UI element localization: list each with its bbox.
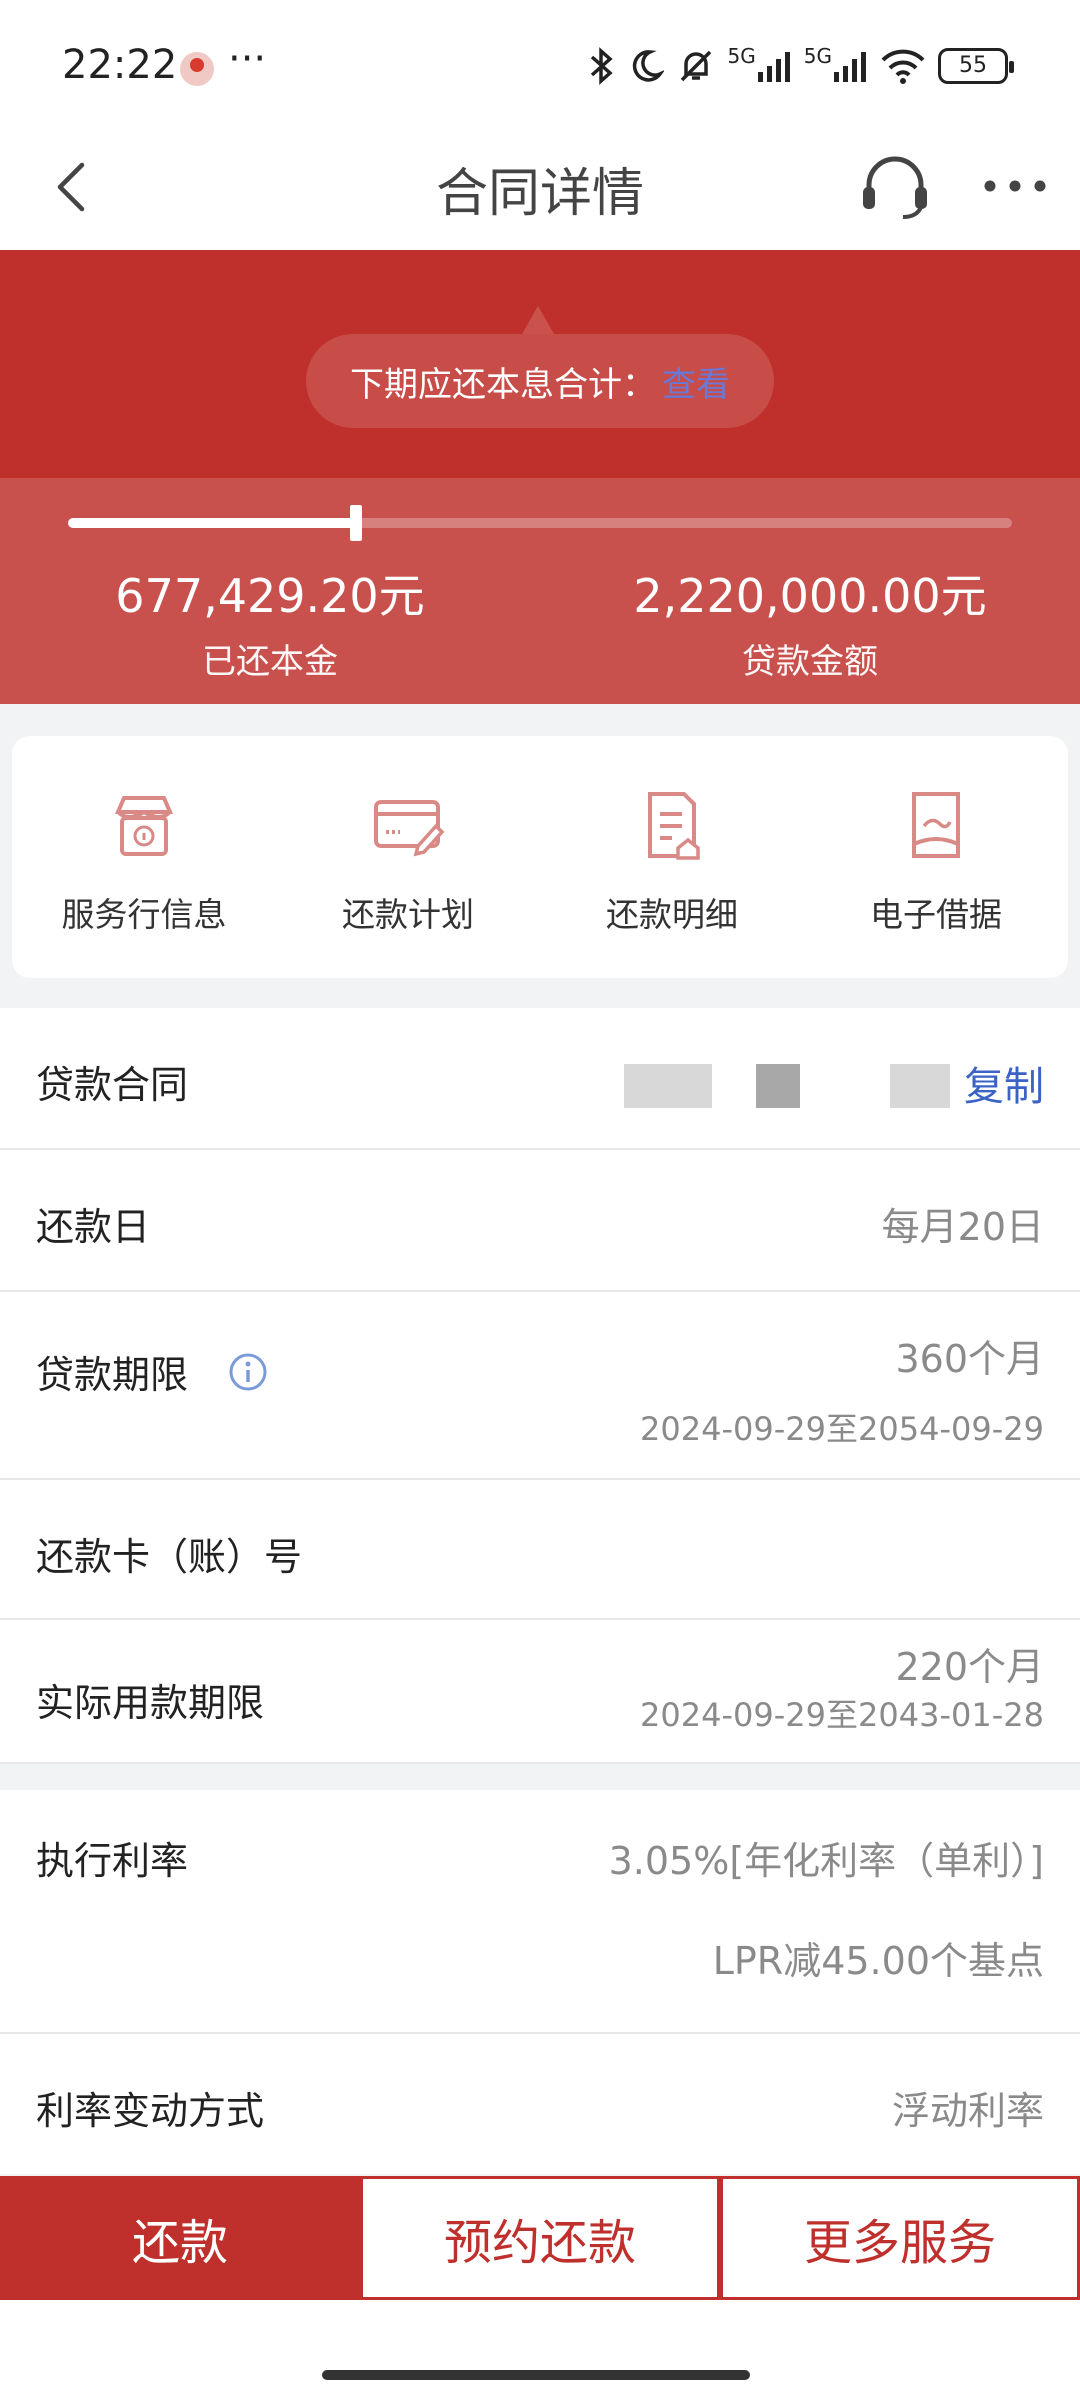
row-loan-contract: 贷款合同 复制	[0, 1008, 1080, 1150]
repayment-progress-panel: 677,429.20元 已还本金 2,220,000.00元 贷款金额	[0, 478, 1080, 704]
next-payment-bubble: 下期应还本息合计： 查看	[306, 334, 774, 428]
row-repayment-day: 还款日 每月20日	[0, 1150, 1080, 1292]
repayment-progress-knob	[349, 505, 362, 541]
service-e-receipt[interactable]: 电子借据	[804, 736, 1068, 978]
repaid-principal-stat: 677,429.20元 已还本金	[0, 560, 540, 683]
row-loan-term: 贷款期限 360个月 2024-09-29至2054-09-29	[0, 1292, 1080, 1480]
signal-icon-2	[834, 52, 866, 82]
service-repayment-details[interactable]: 还款明细	[540, 736, 804, 978]
row-repayment-card: 还款卡（账）号	[0, 1480, 1080, 1620]
gesture-area	[0, 2300, 1080, 2400]
schedule-repay-button[interactable]: 预约还款	[360, 2176, 720, 2300]
repayment-summary-header: 下期应还本息合计： 查看	[0, 250, 1080, 478]
repay-button[interactable]: 还款	[0, 2176, 360, 2300]
info-icon[interactable]	[228, 1352, 268, 1392]
more-services-button[interactable]: 更多服务	[720, 2176, 1080, 2300]
service-repayment-details-label: 还款明细	[606, 895, 738, 934]
interest-rate-lpr-note: LPR减45.00个基点	[712, 1939, 1044, 1983]
loan-term-value: 360个月	[895, 1337, 1044, 1381]
services-card: 服务行信息 还款计划 还款明细 电子借据	[12, 736, 1068, 978]
row-actual-term: 实际用款期限 220个月 2024-09-29至2043-01-28	[0, 1620, 1080, 1764]
repayment-day-label: 还款日	[36, 1205, 151, 1249]
contract-details: 贷款合同 复制 还款日 每月20日 贷款期限 360个月 2024-09-29至…	[0, 1008, 1080, 2174]
network-5g-label-1: 5G	[727, 44, 756, 68]
battery-indicator: 55	[938, 48, 1014, 84]
loan-term-label: 贷款期限	[36, 1353, 189, 1397]
service-branch-info[interactable]: 服务行信息	[12, 736, 276, 978]
home-indicator[interactable]	[322, 2370, 750, 2380]
loan-amount-value: 2,220,000.00元	[633, 569, 987, 623]
section-gap	[0, 1764, 1080, 1790]
customer-service-headset-icon[interactable]	[855, 147, 935, 227]
repayment-card-label: 还款卡（账）号	[36, 1535, 303, 1579]
rate-change-mode-value: 浮动利率	[891, 2089, 1044, 2133]
row-rate-change-mode: 利率变动方式 浮动利率	[0, 2034, 1080, 2174]
actual-term-range: 2024-09-29至2043-01-28	[640, 1696, 1044, 1734]
repayment-progress-bar	[68, 505, 1012, 541]
masked-contract-number-part-2	[756, 1064, 800, 1108]
notification-app-icon	[180, 52, 214, 86]
row-interest-rate: 执行利率 3.05%[年化利率（单利）] LPR减45.00个基点	[0, 1790, 1080, 2034]
loan-amount-stat: 2,220,000.00元 贷款金额	[540, 560, 1080, 683]
status-more-dots: ···	[228, 36, 267, 82]
repayment-day-value: 每月20日	[881, 1205, 1044, 1249]
loan-term-range: 2024-09-29至2054-09-29	[640, 1410, 1044, 1448]
bottom-action-bar: 还款 预约还款 更多服务	[0, 2176, 1080, 2300]
signal-icon-1	[757, 52, 790, 82]
repayment-progress-fill	[68, 518, 356, 528]
rate-change-mode-label: 利率变动方式	[36, 2089, 265, 2133]
repaid-principal-value: 677,429.20元	[115, 569, 425, 623]
interest-rate-value: 3.05%[年化利率（单利）]	[608, 1839, 1044, 1883]
interest-rate-label: 执行利率	[36, 1839, 189, 1883]
masked-contract-number-part-3	[890, 1064, 950, 1108]
next-payment-label: 下期应还本息合计：	[350, 364, 656, 405]
copy-contract-button[interactable]: 复制	[964, 1054, 1044, 1112]
actual-term-value: 220个月	[895, 1645, 1044, 1689]
moon-icon	[632, 50, 664, 82]
mute-bell-icon	[680, 50, 711, 82]
wifi-icon	[881, 49, 925, 84]
store-info-icon	[114, 796, 174, 856]
service-repayment-plan-label: 还款计划	[342, 895, 474, 934]
e-receipt-icon	[912, 792, 960, 858]
nav-bar: 合同详情	[0, 125, 1080, 250]
actual-term-label: 实际用款期限	[36, 1681, 265, 1725]
repaid-principal-label: 已还本金	[202, 642, 338, 682]
view-next-payment-link[interactable]: 查看	[662, 357, 730, 406]
card-edit-icon	[374, 800, 445, 857]
network-5g-label-2: 5G	[803, 44, 832, 68]
service-branch-info-label: 服务行信息	[61, 895, 227, 934]
service-repayment-plan[interactable]: 还款计划	[276, 736, 540, 978]
status-bar: 22:22 ··· 5G 5G 55	[0, 0, 1080, 125]
bubble-caret	[522, 306, 554, 334]
masked-contract-number-part-1	[624, 1064, 712, 1108]
loan-amount-label: 贷款金额	[742, 642, 878, 682]
service-e-receipt-label: 电子借据	[870, 895, 1002, 934]
more-options-icon[interactable]	[980, 161, 1050, 211]
loan-contract-label: 贷款合同	[36, 1063, 189, 1107]
status-time: 22:22	[62, 42, 178, 88]
document-detail-icon	[648, 792, 700, 860]
bluetooth-icon	[590, 47, 613, 85]
status-icons: 5G 5G 55	[588, 44, 1014, 86]
